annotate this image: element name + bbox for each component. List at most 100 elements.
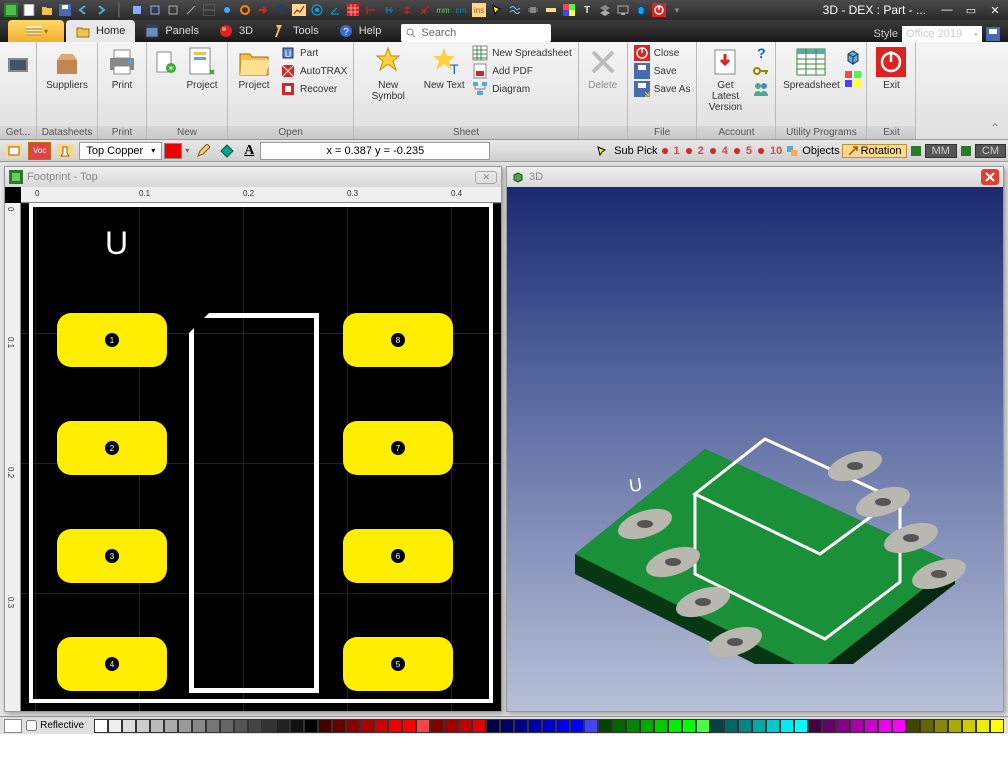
palette-cell[interactable] (766, 719, 780, 733)
palette-cell[interactable] (934, 719, 948, 733)
suppliers-button[interactable]: Suppliers (41, 44, 93, 93)
qat-cm-icon[interactable]: cm (454, 3, 468, 17)
open-autotrax-button[interactable]: AutoTRAX (278, 62, 349, 80)
layer-voc-icon[interactable]: Voc (28, 142, 51, 160)
palette-cell[interactable] (850, 719, 864, 733)
pencil-icon[interactable] (192, 142, 214, 160)
palette-cell[interactable] (122, 719, 136, 733)
unit-cm[interactable]: CM (975, 144, 1006, 158)
layer-color-dd[interactable]: ▾ (184, 146, 190, 155)
snap-dot4[interactable] (708, 146, 718, 156)
qat-text-icon[interactable]: T (580, 3, 594, 17)
pad-2[interactable]: 2 (57, 421, 167, 475)
diamond-icon[interactable] (216, 142, 238, 160)
close-window-button[interactable]: ✕ (986, 3, 1004, 17)
palette-cell[interactable] (136, 719, 150, 733)
qat-tool3-icon[interactable] (166, 3, 180, 17)
palette-cell[interactable] (668, 719, 682, 733)
qat-cursor-icon[interactable] (490, 3, 504, 17)
print-button[interactable]: Print (102, 44, 142, 93)
pad-1[interactable]: 1 (57, 313, 167, 367)
snap-2[interactable]: 2 (696, 145, 706, 157)
unit-toggle-icon[interactable] (909, 144, 923, 158)
palette-cell[interactable] (416, 719, 430, 733)
account-key-button[interactable] (751, 62, 771, 80)
new-symbol-button[interactable]: New Symbol (358, 44, 418, 104)
file-saveas-button[interactable]: Save As (632, 80, 693, 98)
snap-dot1[interactable] (660, 146, 670, 156)
palette-cell[interactable] (948, 719, 962, 733)
palette-cell[interactable] (976, 719, 990, 733)
palette-cell[interactable] (360, 719, 374, 733)
cursor-pick-icon[interactable] (592, 142, 612, 160)
palette-cell[interactable] (724, 719, 738, 733)
delete-button[interactable]: Delete (583, 44, 623, 93)
palette-cell[interactable] (262, 719, 276, 733)
palette-cell[interactable] (304, 719, 318, 733)
get-button[interactable] (4, 44, 32, 80)
palette-cell[interactable] (584, 719, 598, 733)
search-input[interactable]: Search (401, 24, 551, 42)
palette-cell[interactable] (346, 719, 360, 733)
palette-cell[interactable] (430, 719, 444, 733)
snap-4[interactable]: 4 (720, 145, 730, 157)
text-a-icon[interactable]: A (240, 142, 258, 160)
style-save-icon[interactable] (986, 27, 1000, 41)
palette-cell[interactable] (402, 719, 416, 733)
qat-dim2-icon[interactable] (382, 3, 396, 17)
account-users-button[interactable] (751, 80, 771, 98)
minimize-button[interactable]: — (938, 3, 956, 17)
ribbon-collapse-icon[interactable]: ⌃ (990, 121, 1000, 135)
layer-icon1[interactable] (2, 142, 26, 160)
palette-cell[interactable] (500, 719, 514, 733)
qat-cube-icon[interactable] (634, 3, 648, 17)
palette-cell[interactable] (472, 719, 486, 733)
qat-swatch-icon[interactable] (562, 3, 576, 17)
account-help-button[interactable]: ? (751, 44, 771, 62)
palette-cell[interactable] (458, 719, 472, 733)
reflective-checkbox[interactable]: Reflective (26, 720, 84, 731)
snap-dot10[interactable] (756, 146, 766, 156)
palette-cell[interactable] (164, 719, 178, 733)
palette-cell[interactable] (794, 719, 808, 733)
palette-cell[interactable] (906, 719, 920, 733)
snap-5[interactable]: 5 (744, 145, 754, 157)
diagram-button[interactable]: Diagram (470, 80, 574, 98)
qat-monitor-icon[interactable] (616, 3, 630, 17)
palette-cell[interactable] (108, 719, 122, 733)
qat-mm-icon[interactable]: mm (436, 3, 450, 17)
qat-power-icon[interactable] (652, 3, 666, 17)
palette-cell[interactable] (682, 719, 696, 733)
new-text-button[interactable]: TNew Text (420, 44, 468, 93)
maximize-button[interactable]: ▭ (962, 3, 980, 17)
palette-cell[interactable] (836, 719, 850, 733)
qat-tool4-icon[interactable] (184, 3, 198, 17)
palette-cell[interactable] (528, 719, 542, 733)
qat-waves-icon[interactable] (508, 3, 522, 17)
palette-cell[interactable] (556, 719, 570, 733)
snap-dot5[interactable] (732, 146, 742, 156)
palette-cell[interactable] (514, 719, 528, 733)
get-latest-button[interactable]: Get Latest Version (701, 44, 749, 115)
footprint-close-button[interactable]: ✕ (475, 171, 497, 184)
pad-5[interactable]: 5 (343, 637, 453, 691)
pad-6[interactable]: 6 (343, 529, 453, 583)
palette-cell[interactable] (780, 719, 794, 733)
new-project-inline-button[interactable]: ＊ (151, 44, 179, 80)
palette-cell[interactable] (808, 719, 822, 733)
rotation-toggle[interactable]: Rotation (842, 144, 907, 158)
add-pdf-button[interactable]: Add PDF (470, 62, 574, 80)
qat-dim1-icon[interactable] (364, 3, 378, 17)
palette-cell[interactable] (696, 719, 710, 733)
open-part-button[interactable]: UPart (278, 44, 349, 62)
palette-cell[interactable] (752, 719, 766, 733)
tab-3d[interactable]: 3D (209, 20, 263, 42)
palette-cell[interactable] (892, 719, 906, 733)
palette-cell[interactable] (920, 719, 934, 733)
pad-8[interactable]: 8 (343, 313, 453, 367)
qat-ruler-icon[interactable] (544, 3, 558, 17)
palette-cell[interactable] (598, 719, 612, 733)
footprint-canvas[interactable]: 0 0.1 0.2 0.3 0.4 0 0.1 0.2 0.3 (5, 187, 501, 711)
qat-save-icon[interactable] (58, 3, 72, 17)
pad-3[interactable]: 3 (57, 529, 167, 583)
